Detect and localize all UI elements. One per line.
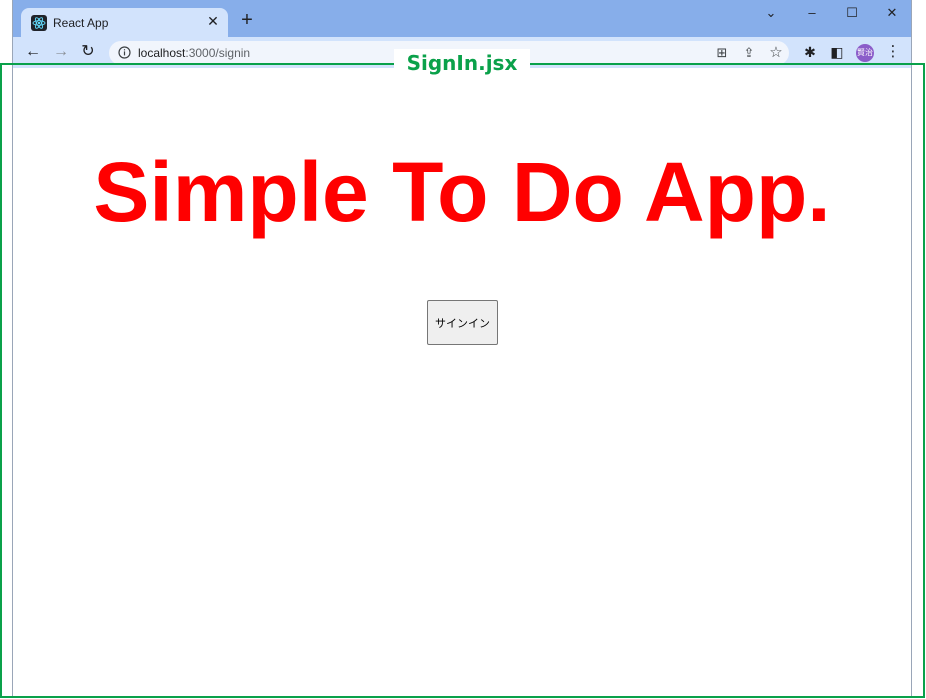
translate-icon[interactable]: ⊞: [714, 45, 730, 61]
menu-icon[interactable]: ⋮: [882, 41, 904, 63]
page-content: Simple To Do App. サインイン: [13, 68, 911, 696]
tab-search-icon[interactable]: ⌄: [756, 4, 786, 22]
signin-button[interactable]: サインイン: [427, 300, 498, 345]
minimize-button[interactable]: –: [797, 4, 827, 22]
maximize-button[interactable]: ☐: [837, 4, 867, 22]
app-title: Simple To Do App.: [93, 145, 831, 239]
url-host: localhost: [138, 46, 186, 60]
forward-button[interactable]: →: [50, 41, 72, 63]
new-tab-button[interactable]: +: [238, 10, 256, 30]
close-window-button[interactable]: ✕: [877, 4, 907, 22]
browser-window: React App ✕ + ⌄ – ☐ ✕ ← → ↻ localhost:30…: [12, 0, 912, 697]
url-path: :3000/signin: [185, 46, 251, 60]
profile-avatar[interactable]: 賢治: [856, 44, 874, 62]
tab-strip: React App ✕ + ⌄ – ☐ ✕: [13, 0, 911, 37]
tab-react-app[interactable]: React App ✕: [21, 8, 228, 37]
bookmark-star-icon[interactable]: ☆: [768, 45, 784, 61]
close-tab-icon[interactable]: ✕: [205, 13, 221, 29]
side-panel-icon[interactable]: ◧: [826, 41, 848, 63]
reload-button[interactable]: ↻: [77, 41, 99, 63]
tab-title: React App: [53, 16, 109, 30]
extensions-icon[interactable]: ✱: [799, 41, 821, 63]
react-icon: [31, 15, 47, 31]
component-annotation-label: SignIn.jsx: [394, 49, 530, 77]
info-icon[interactable]: [118, 46, 131, 59]
back-button[interactable]: ←: [22, 41, 44, 63]
share-icon[interactable]: ⇪: [741, 45, 757, 61]
url-text: localhost:3000/signin: [138, 46, 250, 60]
